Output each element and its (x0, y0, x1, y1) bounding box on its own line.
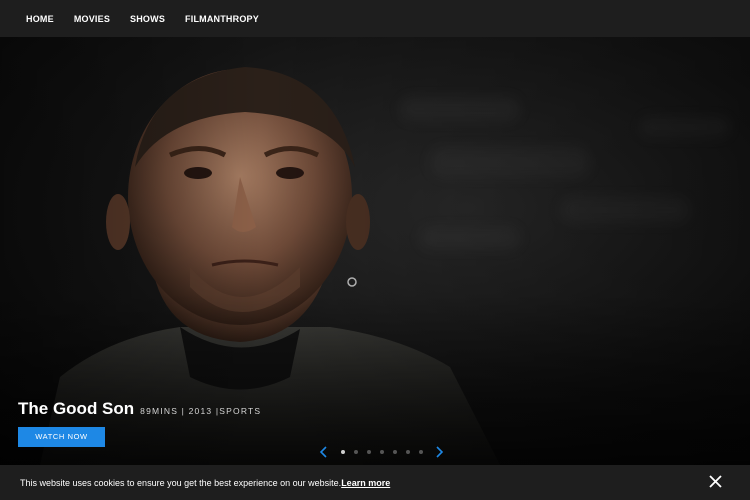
top-navbar: HOME MOVIES SHOWS FILMANTHROPY (0, 0, 750, 37)
carousel-controls (318, 446, 445, 458)
nav-item-shows[interactable]: SHOWS (130, 14, 165, 24)
cookie-message: This website uses cookies to ensure you … (20, 477, 342, 488)
nav-item-filmanthropy[interactable]: FILMANTHROPY (185, 14, 259, 24)
movie-meta: 89MINS | 2013 |SPORTS (140, 406, 262, 416)
cookie-banner: This website uses cookies to ensure you … (0, 465, 750, 500)
carousel-dot[interactable] (392, 450, 397, 454)
title-row: The Good Son 89MINS | 2013 |SPORTS (18, 399, 261, 419)
chevron-left-icon[interactable] (318, 446, 328, 458)
carousel-dot[interactable] (340, 450, 345, 454)
close-icon[interactable] (709, 475, 722, 488)
nav-item-home[interactable]: HOME (26, 14, 54, 24)
hero-banner: The Good Son 89MINS | 2013 |SPORTS WATCH… (0, 37, 750, 465)
carousel-dot[interactable] (405, 450, 410, 454)
chevron-right-icon[interactable] (435, 446, 445, 458)
nav-item-movies[interactable]: MOVIES (74, 14, 110, 24)
carousel-dot[interactable] (366, 450, 371, 454)
carousel-dot[interactable] (418, 450, 423, 454)
carousel-dots (336, 450, 427, 454)
carousel-dot[interactable] (353, 450, 358, 454)
movie-title: The Good Son (18, 399, 135, 418)
learn-more-link[interactable]: Learn more (341, 478, 390, 488)
watch-now-button[interactable]: WATCH NOW (18, 427, 105, 447)
hero-info: The Good Son 89MINS | 2013 |SPORTS WATCH… (18, 399, 261, 447)
carousel-dot[interactable] (379, 450, 384, 454)
